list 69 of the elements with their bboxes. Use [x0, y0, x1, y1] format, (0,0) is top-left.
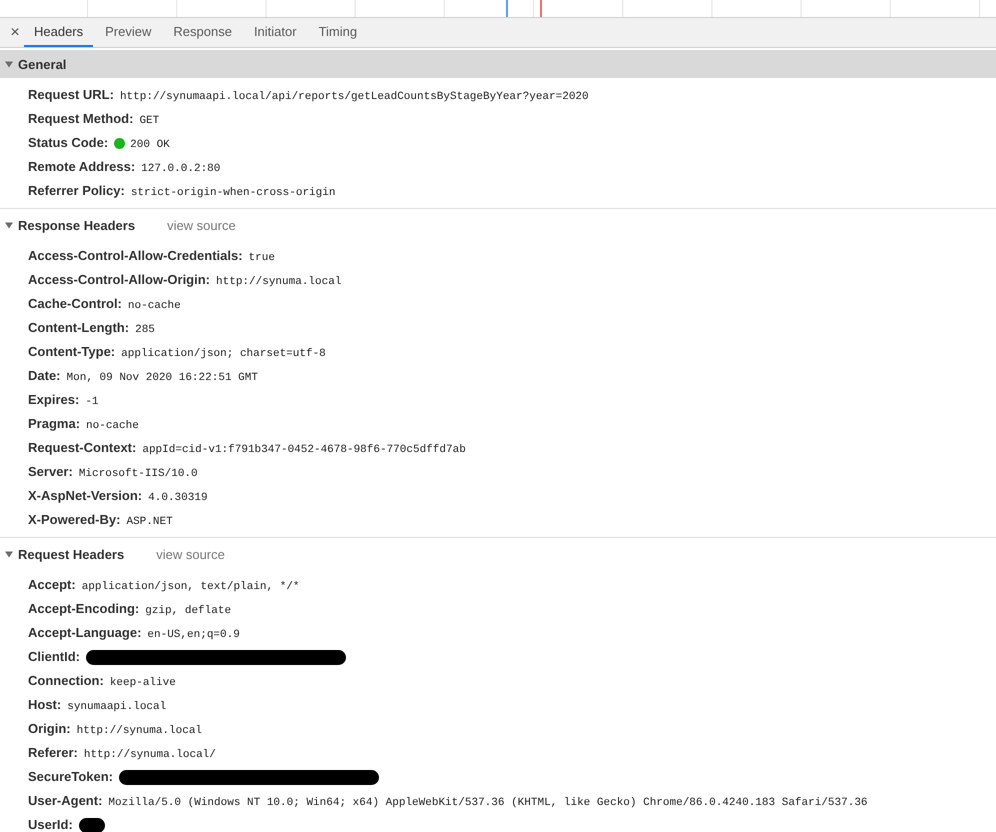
header-value: synumaapi.local	[67, 700, 166, 715]
header-name: Origin:	[28, 720, 71, 738]
header-value: -1	[85, 395, 99, 410]
header-value: 127.0.0.2:80	[141, 162, 220, 177]
header-name: X-Powered-By:	[28, 511, 120, 529]
header-name: Remote Address:	[28, 158, 136, 176]
header-name: Connection:	[28, 672, 104, 690]
header-value: http://synumaapi.local/api/reports/getLeadCountsByStageByYear?year=2020	[120, 90, 589, 105]
header-name: Accept-Language:	[28, 624, 142, 642]
header-name: Referrer Policy:	[28, 182, 125, 200]
header-name: Server:	[28, 463, 73, 481]
header-value: no-cache	[128, 299, 181, 314]
header-value: Microsoft-IIS/10.0	[78, 467, 198, 482]
tab[interactable]: Response	[163, 18, 242, 47]
section-title: Response Headers	[18, 218, 136, 232]
header-name: Date:	[28, 367, 61, 385]
header-value: GET	[139, 114, 160, 129]
header-name: X-AspNet-Version:	[28, 487, 142, 505]
header-name: Host:	[28, 696, 62, 714]
tab[interactable]: Preview	[95, 18, 162, 47]
header-name: Request-Context:	[28, 439, 136, 457]
close-button[interactable]: ×	[6, 18, 24, 47]
view-source-link[interactable]: view source	[167, 218, 236, 232]
tab[interactable]: Initiator	[244, 18, 307, 47]
header-value: gzip, deflate	[145, 604, 232, 619]
header-value: keep-alive	[110, 676, 176, 691]
disclosure-triangle-icon[interactable]	[5, 60, 13, 68]
header-name: UserId:	[28, 816, 73, 832]
header-value: no-cache	[86, 419, 139, 434]
header-name: Expires:	[28, 391, 80, 409]
header-name: Request URL:	[28, 86, 114, 104]
header-name: Content-Length:	[28, 319, 130, 337]
header-name: ClientId:	[28, 648, 80, 666]
header-value: 4.0.30319	[148, 491, 208, 506]
view-source-link[interactable]: view source	[156, 546, 225, 562]
header-name: Referer:	[28, 744, 78, 762]
header-value: http://synuma.local	[76, 724, 202, 739]
header-value: application/json; charset=utf-8	[121, 347, 326, 362]
header-value: http://synuma.local/	[84, 748, 216, 763]
header-value: 285	[135, 323, 155, 338]
redaction-mark	[78, 818, 105, 832]
header-name: Status Code:	[28, 134, 108, 152]
header-name: User-Agent:	[28, 792, 102, 810]
header-name: Accept:	[28, 576, 76, 594]
section-title: General	[18, 56, 66, 72]
header-name: Accept-Encoding:	[28, 600, 140, 618]
header-name: SecureToken:	[28, 768, 114, 786]
header-value: true	[248, 251, 275, 266]
header-value: Mozilla/5.0 (Windows NT 10.0; Win64; x64) AppleWebKit/537.36 (KHTML, like Gecko) Chrome/86.0.4240.183 Safari/537.36	[108, 796, 868, 811]
tab[interactable]: Headers	[24, 18, 94, 47]
header-value: 200 OK	[130, 138, 170, 153]
header-value: http://synuma.local	[216, 275, 342, 290]
tab[interactable]: Timing	[308, 18, 368, 47]
header-name: Cache-Control:	[28, 295, 122, 313]
header-name: Access-Control-Allow-Credentials:	[28, 247, 243, 265]
header-value: en-US,en;q=0.9	[147, 628, 240, 643]
header-name: Pragma:	[28, 415, 80, 433]
header-value: application/json, text/plain, */*	[82, 580, 300, 595]
header-name: Access-Control-Allow-Origin:	[28, 271, 210, 289]
section-header-bar[interactable]: General	[0, 50, 996, 78]
header-name: Content-Type:	[28, 343, 116, 361]
header-value: Mon, 09 Nov 2020 16:22:51 GMT	[66, 371, 258, 386]
header-name: Request Method:	[28, 110, 134, 128]
disclosure-triangle-icon[interactable]	[5, 550, 13, 558]
header-value: ASP.NET	[126, 515, 173, 530]
header-value: strict-origin-when-cross-origin	[130, 186, 336, 201]
header-value: appId=cid-v1:f791b347-0452-4678-98f6-770c5dffd7ab	[142, 443, 466, 458]
section-title: Request Headers	[18, 546, 124, 562]
disclosure-triangle-icon[interactable]	[5, 221, 13, 229]
